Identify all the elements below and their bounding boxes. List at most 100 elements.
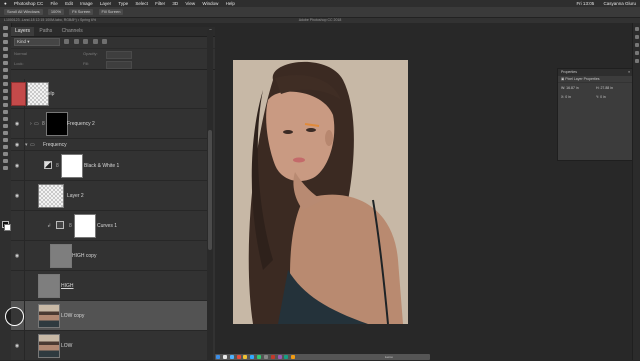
disclosure-arrow-icon[interactable]: › — [30, 121, 32, 127]
menu-file[interactable]: File — [51, 1, 58, 6]
fill-screen-button[interactable]: Fill Screen — [98, 8, 124, 15]
safari-icon[interactable] — [229, 355, 234, 359]
eye-icon[interactable]: ◉ — [13, 193, 21, 199]
tab-channels[interactable]: Channels — [58, 27, 87, 36]
adjustment-filter-icon[interactable] — [73, 39, 79, 45]
eraser-tool-icon[interactable] — [3, 96, 8, 100]
layers-scrollbar[interactable] — [207, 30, 213, 360]
libraries-panel-icon[interactable] — [635, 51, 639, 55]
pen-tool-icon[interactable] — [3, 124, 8, 128]
layer-name[interactable]: HIGH — [61, 283, 74, 289]
layer-row-help[interactable]: help — [11, 79, 207, 109]
visibility-toggle[interactable]: ◉ — [11, 109, 25, 138]
visibility-toggle[interactable] — [11, 271, 25, 300]
eye-icon[interactable]: ◉ — [13, 163, 21, 169]
height-field[interactable]: H: 27.88 in — [596, 86, 626, 91]
background-color-swatch[interactable] — [4, 224, 11, 231]
launchpad-icon[interactable] — [222, 355, 227, 359]
type-filter-icon[interactable] — [83, 39, 89, 45]
tab-paths[interactable]: Paths — [35, 27, 56, 36]
layer-row-layer-2[interactable]: ◉ Layer 2 — [11, 181, 207, 211]
apple-icon[interactable]: ● — [4, 1, 7, 6]
layer-name[interactable]: LOW copy — [61, 313, 84, 319]
shape-tool-icon[interactable] — [3, 145, 8, 149]
crop-tool-icon[interactable] — [3, 54, 8, 58]
gradient-tool-icon[interactable] — [3, 103, 8, 107]
history-brush-tool-icon[interactable] — [3, 89, 8, 93]
layer-row-high[interactable]: HIGH — [11, 271, 207, 301]
tab-layers[interactable]: Layers — [11, 27, 35, 36]
mask-thumbnail[interactable] — [61, 154, 83, 178]
visibility-toggle[interactable]: ◉ — [11, 241, 25, 270]
visibility-toggle[interactable]: ◉ — [11, 139, 25, 150]
visibility-toggle[interactable]: ◉ — [11, 181, 25, 210]
width-field[interactable]: W: 16.87 in — [561, 86, 591, 91]
menu-window[interactable]: Window — [202, 1, 218, 6]
layer-row-black-white-1[interactable]: ◉ 8 Black & White 1 — [11, 151, 207, 181]
y-field[interactable]: Y: 0 in — [596, 95, 626, 100]
layer-row-frequency[interactable]: ◉ ▾ ▭ Frequency — [11, 139, 207, 151]
layer-row-low[interactable]: ◉ LOW — [11, 331, 207, 361]
layer-name[interactable]: Layer 2 — [67, 193, 84, 199]
visibility-toggle[interactable]: ◉ — [11, 331, 25, 360]
eye-icon[interactable]: ◉ — [13, 253, 21, 259]
menu-select[interactable]: Select — [135, 1, 148, 6]
shape-filter-icon[interactable] — [92, 39, 98, 45]
eye-icon[interactable]: ◉ — [13, 142, 21, 148]
menu-filter[interactable]: Filter — [155, 1, 165, 6]
hand-tool-icon[interactable] — [3, 152, 8, 156]
black-white-adjustment-icon[interactable] — [44, 161, 52, 169]
swatches-panel-icon[interactable] — [635, 59, 639, 63]
eyedropper-tool-icon[interactable] — [3, 61, 8, 65]
x-field[interactable]: X: 0 in — [561, 95, 591, 100]
finder-icon[interactable] — [216, 355, 220, 359]
user-name[interactable]: Casyanna Gluru — [603, 1, 636, 6]
menu-view[interactable]: View — [185, 1, 195, 6]
brush-tool-icon[interactable] — [3, 75, 8, 79]
adjustments-panel-icon[interactable] — [635, 43, 639, 47]
layer-row-low-copy[interactable]: LOW copy — [11, 301, 207, 331]
menu-layer[interactable]: Layer — [100, 1, 111, 6]
link-icon[interactable]: 8 — [42, 121, 45, 127]
type-tool-icon[interactable] — [3, 131, 8, 135]
move-tool-icon[interactable] — [3, 26, 8, 30]
menu-image[interactable]: Image — [80, 1, 93, 6]
music-icon[interactable] — [270, 355, 275, 359]
blend-mode-select[interactable]: Normal — [14, 51, 27, 56]
pixel-filter-icon[interactable] — [64, 39, 70, 45]
app-icon[interactable] — [291, 355, 296, 359]
history-panel-icon[interactable] — [635, 27, 639, 31]
app-icon[interactable] — [284, 355, 289, 359]
fill-field[interactable] — [106, 61, 132, 69]
mask-thumbnail[interactable] — [46, 112, 68, 136]
properties-panel-icon[interactable] — [635, 35, 639, 39]
app-icon[interactable] — [277, 355, 282, 359]
smart-object-filter-icon[interactable] — [101, 39, 107, 45]
filter-kind-select[interactable]: Kind ▾ — [14, 37, 60, 46]
layer-name[interactable]: Frequency — [43, 142, 67, 148]
layer-row-high-copy[interactable]: ◉ HIGH copy — [11, 241, 207, 271]
app-menu[interactable]: Photoshop CC — [14, 1, 43, 6]
dodge-tool-icon[interactable] — [3, 117, 8, 121]
layer-row-curves-1[interactable]: ↲ 8 Curves 1 — [11, 211, 207, 241]
opacity-field[interactable] — [106, 51, 132, 59]
document-image[interactable] — [233, 60, 408, 324]
layer-name[interactable]: LOW — [61, 343, 72, 349]
zoom-tool-icon[interactable] — [3, 159, 8, 163]
visibility-toggle[interactable] — [11, 211, 25, 240]
curves-adjustment-icon[interactable] — [56, 221, 64, 229]
scrollbar-thumb[interactable] — [208, 130, 212, 250]
chrome-icon[interactable] — [236, 355, 241, 359]
layer-row-frequency-2[interactable]: ◉ › ▭ 8 Frequency 2 — [11, 109, 207, 139]
layer-name[interactable]: Curves 1 — [97, 223, 117, 229]
lasso-tool-icon[interactable] — [3, 40, 8, 44]
menu-help[interactable]: Help — [226, 1, 235, 6]
visibility-toggle[interactable]: ◉ — [11, 151, 25, 180]
properties-title[interactable]: Properties — [561, 70, 577, 74]
photoshop-icon[interactable] — [250, 355, 255, 359]
layer-name[interactable]: help — [45, 91, 54, 97]
healing-brush-tool-icon[interactable] — [3, 68, 8, 72]
link-icon[interactable]: 8 — [56, 163, 59, 169]
link-icon[interactable]: 8 — [69, 223, 72, 229]
menu-edit[interactable]: Edit — [65, 1, 73, 6]
